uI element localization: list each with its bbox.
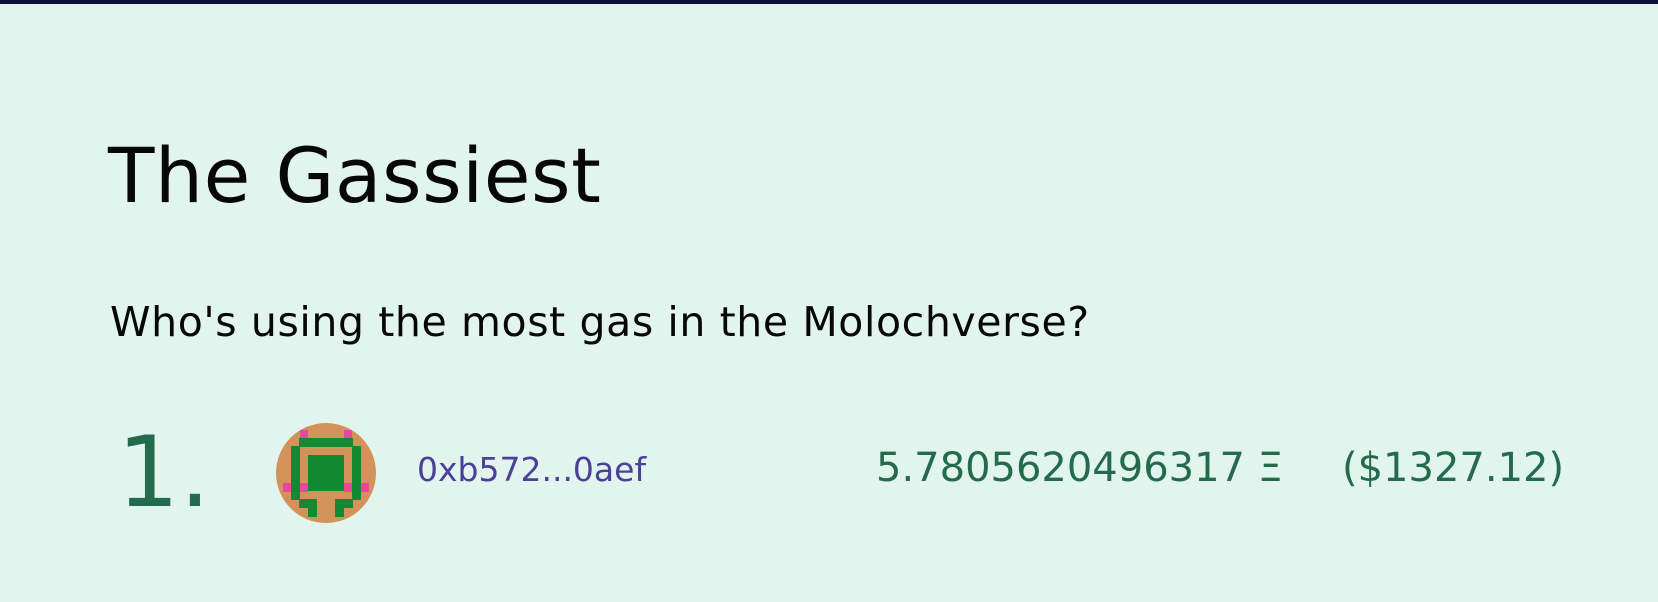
avatar[interactable] [276,423,376,523]
gas-usd-amount: ($1327.12) [1342,445,1565,491]
rank-number: 1. [117,416,211,530]
wallet-address-link[interactable]: 0xb572...0aef [417,453,646,486]
page-title: The Gassiest [108,131,602,220]
blockie-avatar-icon [276,423,376,523]
gas-eth-amount: 5.7805620496317 Ξ [876,445,1283,491]
top-bar [0,0,1658,4]
page-subtitle: Who's using the most gas in the Molochve… [110,298,1090,346]
leaderboard-row: 1. 0xb572...0aef 5.7805620496317 Ξ ($132… [0,418,1658,528]
